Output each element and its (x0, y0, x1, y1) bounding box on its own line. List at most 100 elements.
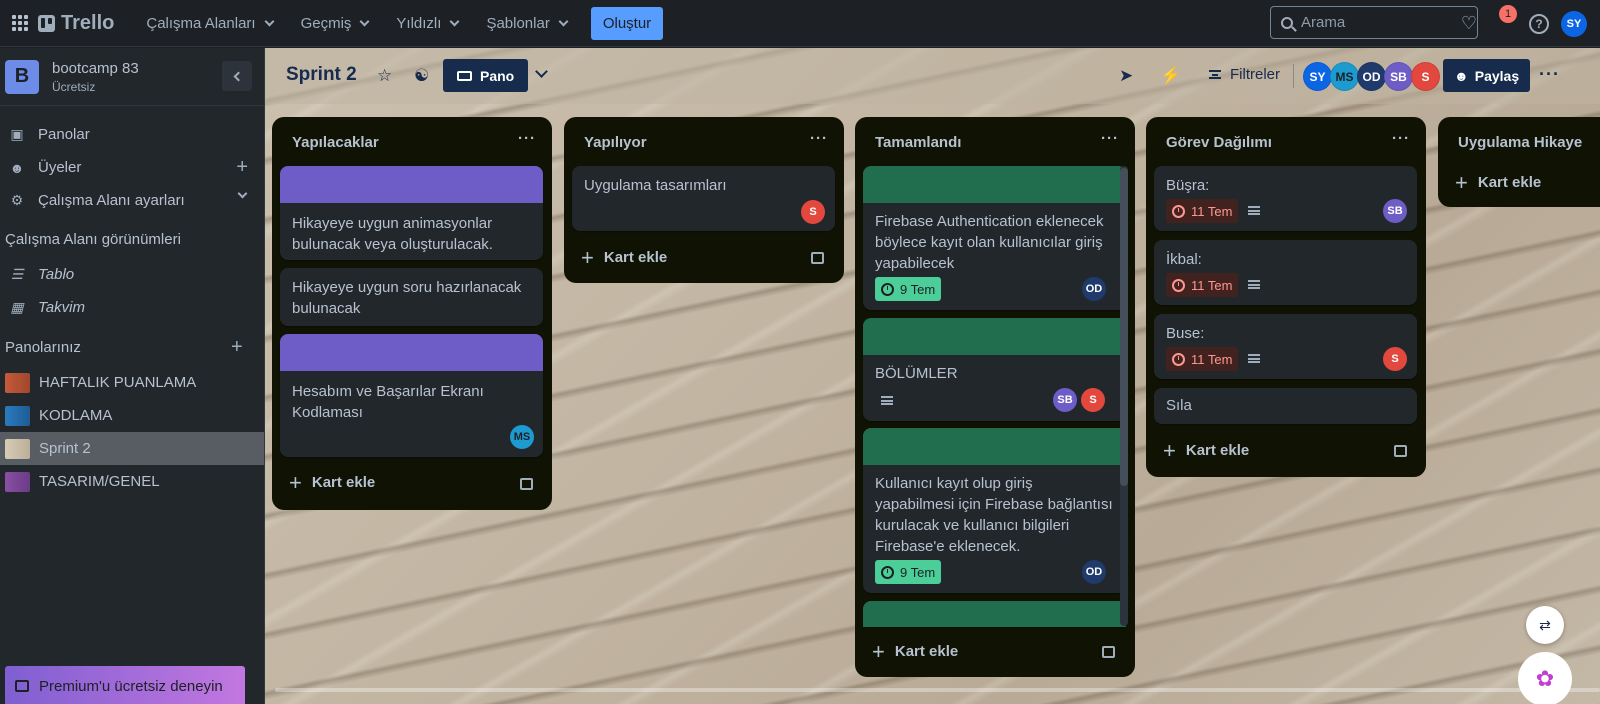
sidebar-board-haftalik-puanlama[interactable]: HAFTALIK PUANLAMA (0, 366, 264, 399)
due-date-badge[interactable]: 9 Tem (875, 277, 942, 301)
card[interactable]: Kullanıcı kayıt olup giriş yapabilmesi i… (863, 428, 1126, 593)
chevron-down-icon[interactable] (535, 65, 548, 78)
filter-button[interactable]: Filtreler (1209, 66, 1280, 83)
card[interactable]: Hesabım ve Başarılar Ekranı Kodlaması MS (280, 334, 543, 457)
help-icon[interactable]: ? (1529, 14, 1549, 34)
card[interactable]: Sıla (1154, 388, 1417, 424)
search-icon (1281, 16, 1293, 29)
trello-logo[interactable]: Trello (38, 12, 114, 35)
card[interactable]: Hikayeye uygun animasyonlar bulunacak ve… (280, 166, 543, 260)
list-menu-icon[interactable]: ··· (810, 130, 828, 147)
sidebar-item-calendar-view[interactable]: ▦ Takvim (0, 291, 264, 324)
member-avatar[interactable]: S (1081, 388, 1105, 412)
member-avatar[interactable]: MS (510, 425, 534, 449)
nav-templates[interactable]: Şablonlar (472, 7, 580, 39)
nav-workspaces[interactable]: Çalışma Alanları (132, 7, 286, 39)
list-title[interactable]: Uygulama Hikaye (1458, 134, 1582, 151)
add-member-icon[interactable]: + (236, 157, 248, 177)
list-uygulama-hikaye: Uygulama Hikaye + Kart ekle (1438, 117, 1600, 207)
list-menu-icon[interactable]: ··· (518, 130, 536, 147)
list-title[interactable]: Yapılıyor (584, 134, 647, 151)
sidebar-item-workspace-settings[interactable]: ⚙ Çalışma Alanı ayarları (0, 184, 264, 217)
sidebar-item-members[interactable]: ☻ Üyeler + (0, 151, 264, 184)
due-date-badge[interactable]: 11 Tem (1166, 347, 1239, 371)
add-card-button[interactable]: + Kart ekle (1163, 440, 1249, 462)
due-date-badge[interactable]: 9 Tem (875, 560, 942, 584)
board-title[interactable]: Sprint 2 (286, 64, 357, 86)
list-menu-icon[interactable]: ··· (1392, 130, 1410, 147)
member-avatar[interactable]: MS (1330, 62, 1359, 91)
card[interactable]: BÖLÜMLER SB S (863, 318, 1126, 421)
add-board-icon[interactable]: + (231, 337, 243, 357)
sidebar-item-boards[interactable]: ▣ Panolar (0, 118, 264, 151)
notifications-bell-icon[interactable]: ♡ (1458, 12, 1480, 34)
sidebar-board-kodlama[interactable]: KODLAMA (0, 399, 264, 432)
collapse-sidebar-button[interactable] (222, 61, 252, 91)
add-card-button[interactable]: + Kart ekle (872, 641, 958, 663)
sidebar-board-sprint-2[interactable]: Sprint 2 (0, 432, 264, 465)
member-avatar[interactable]: S (1383, 347, 1407, 371)
sidebar-item-table-view[interactable]: ☰ Tablo (0, 258, 264, 291)
member-avatar[interactable]: S (1411, 62, 1440, 91)
nav-recent[interactable]: Geçmiş (287, 7, 383, 39)
card-template-icon[interactable] (1102, 646, 1115, 658)
card[interactable]: Hikayeye uygun soru hazırlanacak bulunac… (280, 268, 543, 326)
user-avatar[interactable]: SY (1561, 11, 1587, 37)
board-view-button[interactable]: Pano (443, 59, 529, 92)
member-avatar[interactable]: OD (1357, 62, 1386, 91)
due-date-badge[interactable]: 11 Tem (1166, 273, 1239, 297)
automation-icon[interactable]: ⚡ (1160, 66, 1181, 86)
member-avatar[interactable]: OD (1082, 277, 1106, 301)
workspace-name[interactable]: bootcamp 83 (52, 60, 139, 77)
card[interactable]: Buse: 11 Tem S (1154, 314, 1417, 379)
search-input[interactable]: Arama (1270, 6, 1478, 39)
workspace-visibility-icon[interactable]: ☯ (414, 66, 429, 86)
chevron-left-icon (233, 71, 244, 81)
add-card-button[interactable]: + Kart ekle (581, 247, 667, 269)
member-avatar[interactable]: SB (1384, 62, 1413, 91)
list-menu-icon[interactable]: ··· (1101, 130, 1119, 147)
add-card-button[interactable]: + Kart ekle (289, 472, 375, 494)
card[interactable]: Uygulama tasarımları S (572, 166, 835, 231)
clock-icon (1172, 204, 1185, 218)
card[interactable]: İkbal: 11 Tem (1154, 240, 1417, 305)
more-options-icon[interactable]: ··· (1539, 64, 1560, 85)
list-title[interactable]: Tamamlandı (875, 134, 961, 151)
share-button[interactable]: ☻ Paylaş (1443, 59, 1531, 92)
member-avatar[interactable]: SB (1053, 388, 1077, 412)
trello-logo-icon (38, 14, 55, 32)
board-thumbnail (5, 372, 30, 393)
add-card-button[interactable]: + Kart ekle (1455, 172, 1541, 194)
board-horizontal-scrollbar[interactable] (275, 688, 1600, 692)
list-title[interactable]: Görev Dağılımı (1166, 134, 1272, 151)
workspace-logo[interactable]: B (5, 59, 39, 94)
member-avatar[interactable]: SY (1303, 62, 1332, 91)
power-ups-icon[interactable]: ➤ (1119, 66, 1133, 86)
person-icon: ☻ (9, 159, 25, 176)
list-title[interactable]: Yapılacaklar (292, 134, 379, 151)
search-placeholder: Arama (1301, 14, 1346, 31)
create-button[interactable]: Oluştur (590, 6, 664, 40)
assistant-brain-icon[interactable]: ✿ (1518, 652, 1572, 704)
premium-trial-button[interactable]: Premium'u ücretsiz deneyin (5, 666, 245, 704)
card-template-icon[interactable] (1394, 445, 1407, 457)
board-header: Sprint 2 ☆ ☯ Pano ➤ ⚡ Filtreler SY MS OD… (265, 48, 1600, 104)
star-icon[interactable]: ☆ (377, 66, 392, 86)
board-thumbnail (5, 438, 30, 459)
due-date-badge[interactable]: 11 Tem (1166, 199, 1239, 223)
member-avatar[interactable]: OD (1082, 560, 1106, 584)
app-switcher-icon[interactable] (12, 15, 28, 31)
card[interactable]: Büşra: 11 Tem SB (1154, 166, 1417, 231)
card[interactable] (863, 601, 1126, 627)
translate-icon[interactable]: ⇄ (1526, 606, 1564, 644)
list-scrollbar-thumb[interactable] (1120, 168, 1128, 486)
card-template-icon[interactable] (520, 478, 533, 490)
sidebar-board-tasarim-genel[interactable]: TASARIM/GENEL (0, 465, 264, 498)
card-template-icon[interactable] (811, 252, 824, 264)
nav-starred[interactable]: Yıldızlı (382, 7, 472, 39)
description-icon (1248, 280, 1260, 289)
member-avatar[interactable]: S (801, 200, 825, 224)
chevron-down-icon (237, 188, 248, 199)
member-avatar[interactable]: SB (1383, 199, 1407, 223)
card[interactable]: Firebase Authentication eklenecek böylec… (863, 166, 1126, 310)
